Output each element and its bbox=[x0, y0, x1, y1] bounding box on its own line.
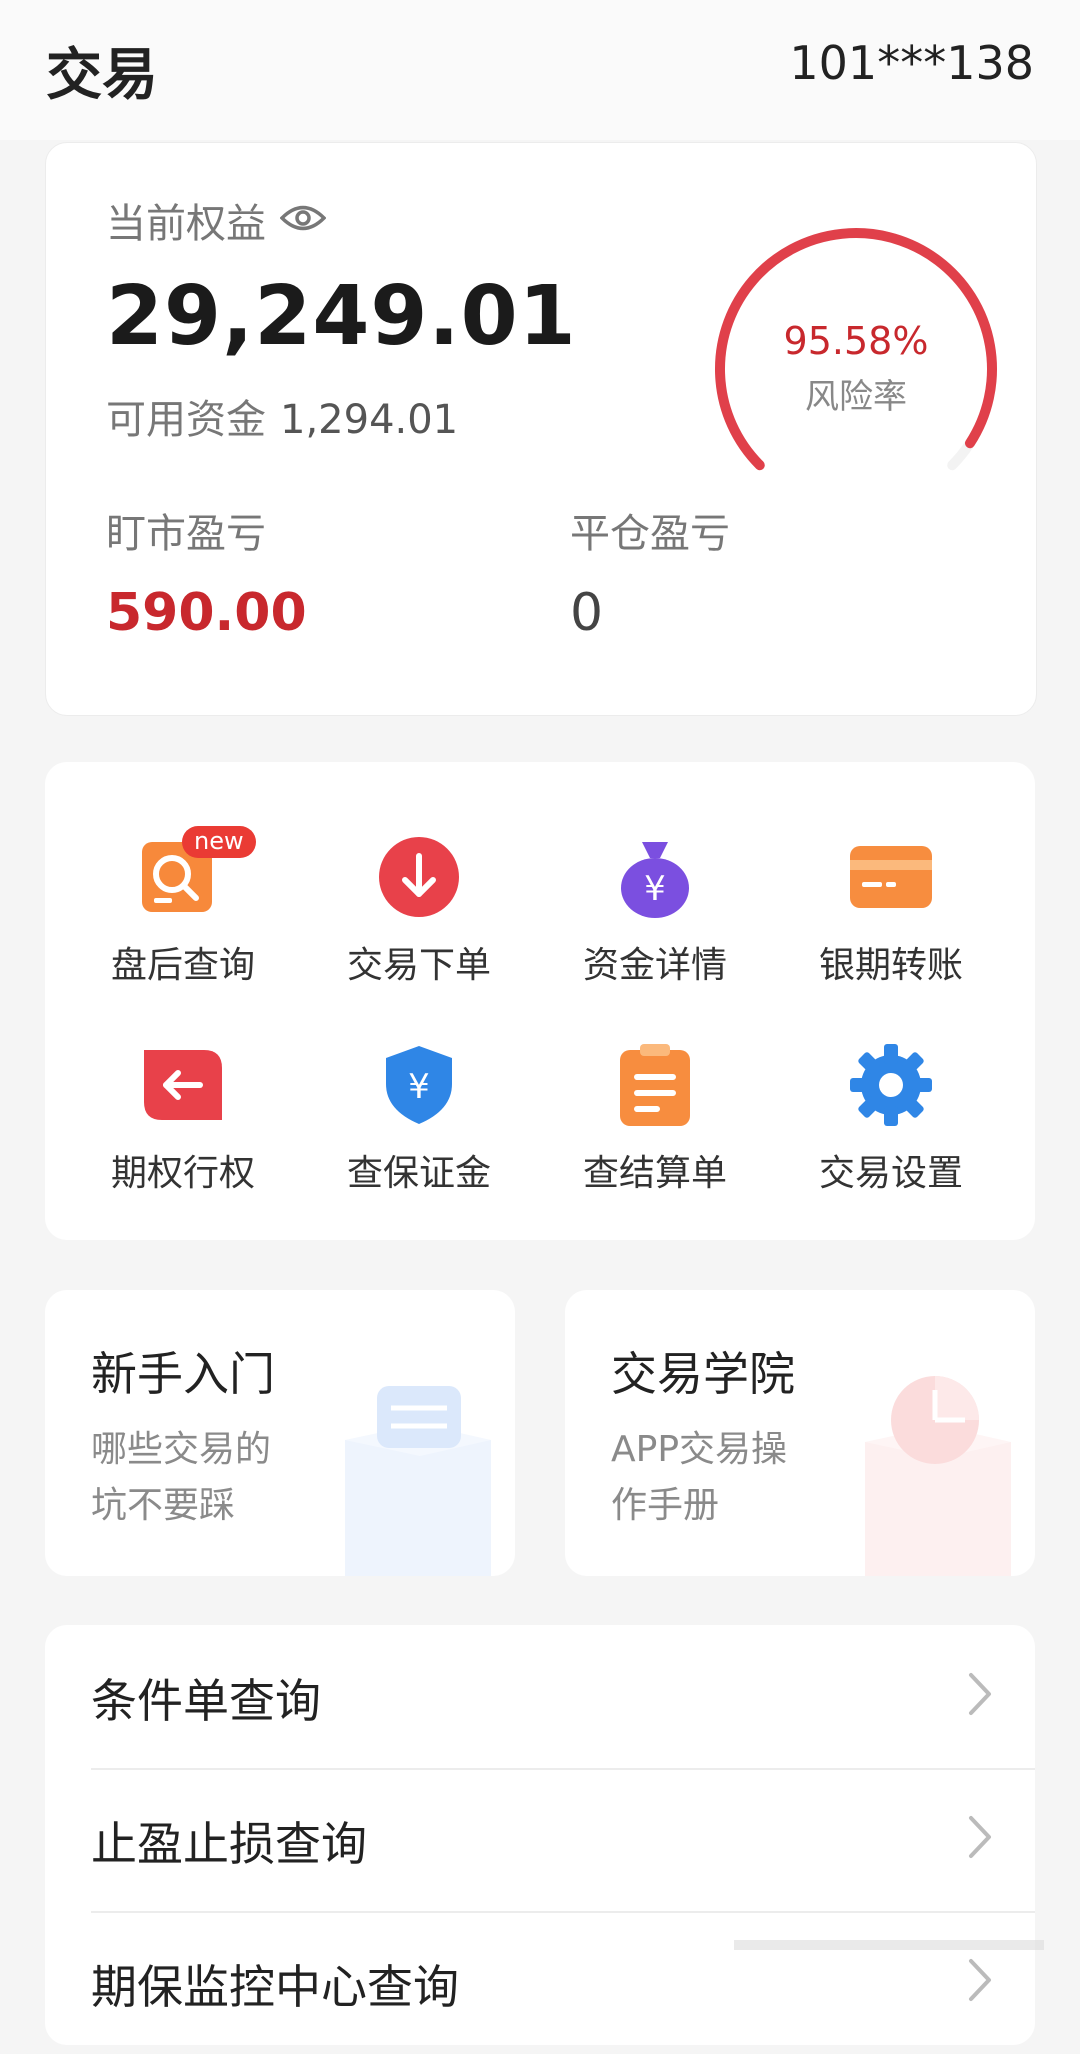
list-item-label: 止盈止损查询 bbox=[91, 1817, 367, 1871]
menu-label: 查保证金 bbox=[346, 1153, 491, 1194]
bank-card-icon bbox=[846, 832, 936, 922]
equity-label-row: 当前权益 bbox=[106, 191, 327, 249]
eye-icon[interactable] bbox=[279, 197, 327, 243]
new-badge: new bbox=[182, 826, 256, 858]
promo-subtitle-line: APP交易操 bbox=[611, 1429, 788, 1470]
menu-label: 资金详情 bbox=[582, 945, 727, 986]
available-funds: 可用资金 1,294.01 bbox=[106, 387, 458, 445]
menu-settlement-statement[interactable]: 查结算单 bbox=[537, 1040, 773, 1196]
list-item-take-profit-stop-loss[interactable]: 止盈止损查询 bbox=[91, 1768, 1035, 1913]
floating-pl-value: 590.00 bbox=[106, 583, 307, 643]
svg-text:¥: ¥ bbox=[644, 869, 666, 909]
menu-label: 交易设置 bbox=[818, 1153, 963, 1194]
promo-subtitle-line: 哪些交易的 bbox=[91, 1429, 272, 1470]
menu-fund-details[interactable]: ¥ 资金详情 bbox=[537, 832, 773, 988]
closing-pl-label: 平仓盈亏 bbox=[570, 511, 730, 557]
menu-trade-settings[interactable]: 交易设置 bbox=[773, 1040, 1009, 1196]
menu-label: 查结算单 bbox=[582, 1153, 727, 1194]
menu-label: 期权行权 bbox=[110, 1153, 255, 1194]
equity-label: 当前权益 bbox=[106, 201, 266, 247]
menu-option-exercise[interactable]: 期权行权 bbox=[65, 1040, 301, 1196]
clipboard-icon bbox=[610, 1040, 700, 1130]
shield-yen-icon: ¥ bbox=[374, 1040, 464, 1130]
page-title: 交易 bbox=[46, 43, 158, 108]
menu-label: 盘后查询 bbox=[110, 945, 255, 986]
sliders-illustration-icon bbox=[345, 1386, 491, 1576]
available-funds-label: 可用资金 bbox=[106, 397, 266, 443]
pie-illustration-icon bbox=[865, 1376, 1011, 1576]
gear-icon bbox=[846, 1040, 936, 1130]
promo-subtitle-line: 坑不要踩 bbox=[91, 1485, 236, 1526]
promo-title: 新手入门 bbox=[91, 1347, 275, 1401]
closing-pl-value: 0 bbox=[570, 583, 604, 643]
menu-label: 交易下单 bbox=[346, 945, 491, 986]
list-item-conditional-orders[interactable]: 条件单查询 bbox=[91, 1625, 1035, 1770]
query-list: 条件单查询 止盈止损查询 期保监控中心查询 bbox=[45, 1625, 1035, 2045]
promo-trading-academy[interactable]: 交易学院 APP交易操 作手册 bbox=[565, 1290, 1035, 1576]
arrow-down-circle-icon bbox=[374, 832, 464, 922]
available-funds-value: 1,294.01 bbox=[280, 397, 459, 443]
list-item-label: 期保监控中心查询 bbox=[91, 1960, 459, 2014]
chevron-right-icon bbox=[969, 1673, 991, 1715]
risk-rate-value: 95.58% bbox=[783, 319, 929, 363]
equity-card: 当前权益 29,249.01 可用资金 1,294.01 95.58% 风险率 盯… bbox=[45, 142, 1037, 716]
function-menu: new 盘后查询 交易下单 ¥ 资金详情 银期转账 期权行权 ¥ 查保证金 查结… bbox=[45, 762, 1035, 1240]
arrow-left-icon bbox=[138, 1040, 228, 1130]
chevron-right-icon bbox=[969, 1959, 991, 2001]
list-item-label: 条件单查询 bbox=[91, 1674, 321, 1728]
menu-check-margin[interactable]: ¥ 查保证金 bbox=[301, 1040, 537, 1196]
promo-subtitle-line: 作手册 bbox=[611, 1485, 720, 1526]
account-number[interactable]: 101***138 bbox=[789, 36, 1034, 90]
menu-bank-futures-transfer[interactable]: 银期转账 bbox=[773, 832, 1009, 988]
watermark bbox=[734, 1940, 1044, 1950]
promo-title: 交易学院 bbox=[611, 1347, 795, 1401]
top-bar: 交易 101***138 bbox=[0, 0, 1080, 140]
menu-label: 银期转账 bbox=[818, 945, 963, 986]
search-doc-icon: new bbox=[138, 826, 256, 922]
chevron-right-icon bbox=[969, 1816, 991, 1858]
risk-rate-label: 风险率 bbox=[805, 377, 907, 417]
money-bag-icon: ¥ bbox=[610, 832, 700, 922]
equity-value: 29,249.01 bbox=[106, 269, 577, 364]
menu-place-order[interactable]: 交易下单 bbox=[301, 832, 537, 988]
promo-subtitle: 哪些交易的 坑不要踩 bbox=[91, 1422, 271, 1534]
svg-text:¥: ¥ bbox=[408, 1067, 430, 1107]
floating-pl-label: 盯市盈亏 bbox=[106, 511, 266, 557]
promo-subtitle: APP交易操 作手册 bbox=[611, 1422, 787, 1534]
menu-after-hours-query[interactable]: new 盘后查询 bbox=[65, 826, 301, 988]
promo-beginner-guide[interactable]: 新手入门 哪些交易的 坑不要踩 bbox=[45, 1290, 515, 1576]
